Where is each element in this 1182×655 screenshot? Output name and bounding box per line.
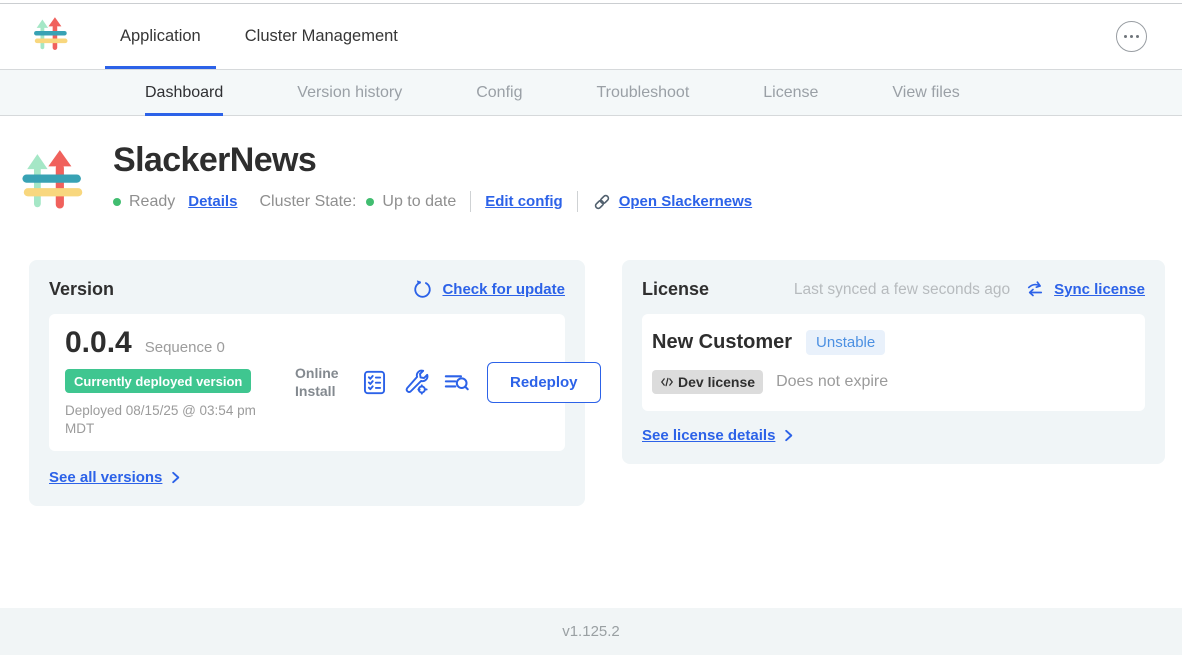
version-card-title: Version	[49, 279, 114, 300]
license-summary-panel: New Customer Unstable Dev license	[642, 314, 1145, 411]
console-footer: v1.125.2	[0, 608, 1182, 655]
config-tools-icon[interactable]	[402, 369, 429, 396]
preflight-checks-icon[interactable]	[361, 369, 388, 396]
subnav-config[interactable]: Config	[476, 70, 522, 115]
license-card-title: License	[642, 279, 709, 300]
license-card: License Last synced a few seconds ago Sy…	[622, 260, 1165, 464]
deployed-badge: Currently deployed version	[65, 369, 251, 393]
overflow-menu-button[interactable]	[1116, 21, 1147, 52]
ellipsis-icon	[1124, 35, 1128, 39]
see-all-versions-link[interactable]: See all versions	[49, 469, 183, 486]
deployed-timestamp: Deployed 08/15/25 @ 03:54 pm MDT	[65, 402, 275, 438]
chevron-right-icon	[168, 470, 183, 485]
edit-config-link[interactable]: Edit config	[485, 193, 563, 210]
app-status-row: Ready Details Cluster State: Up to date …	[113, 191, 752, 212]
customer-name: New Customer	[652, 331, 792, 354]
dashboard-main: SlackerNews Ready Details Cluster State:…	[0, 116, 1182, 608]
license-type-badge: Dev license	[652, 370, 763, 394]
top-navbar: Application Cluster Management	[0, 3, 1182, 69]
tab-cluster-management[interactable]: Cluster Management	[230, 4, 413, 69]
cluster-state-value: Up to date	[382, 193, 456, 211]
open-app-link[interactable]: Open Slackernews	[592, 192, 752, 212]
subnav-dashboard[interactable]: Dashboard	[145, 70, 223, 115]
sequence-label: Sequence 0	[145, 339, 225, 356]
cluster-state-dot-icon	[366, 198, 374, 206]
app-status-dot-icon	[113, 198, 121, 206]
subnav-view-files[interactable]: View files	[892, 70, 959, 115]
last-synced-label: Last synced a few seconds ago	[794, 281, 1010, 299]
tab-application[interactable]: Application	[105, 4, 216, 69]
refresh-icon	[412, 279, 433, 300]
view-logs-icon[interactable]	[443, 369, 470, 396]
details-link[interactable]: Details	[188, 193, 237, 210]
current-version-panel: 0.0.4 Sequence 0 Currently deployed vers…	[49, 314, 565, 451]
console-version: v1.125.2	[562, 623, 620, 640]
check-for-update-link[interactable]: Check for update	[442, 281, 565, 298]
sync-license-link[interactable]: Sync license	[1054, 281, 1145, 298]
install-type-label: Online Install	[295, 364, 347, 400]
version-card: Version Check for update 0.0.4 Sequ	[29, 260, 585, 506]
chevron-right-icon	[781, 428, 796, 443]
channel-badge: Unstable	[806, 330, 885, 355]
app-header: SlackerNews Ready Details Cluster State:…	[17, 139, 1182, 221]
app-subnav: Dashboard Version history Config Trouble…	[0, 69, 1182, 116]
redeploy-button[interactable]: Redeploy	[487, 362, 601, 403]
sync-icon	[1025, 280, 1045, 300]
subnav-troubleshoot[interactable]: Troubleshoot	[596, 70, 689, 115]
app-logo-icon	[31, 15, 69, 58]
code-icon	[660, 376, 674, 388]
license-expiry: Does not expire	[776, 373, 888, 391]
version-number: 0.0.4	[65, 326, 132, 360]
divider	[577, 191, 578, 212]
subnav-license[interactable]: License	[763, 70, 818, 115]
see-license-details-link[interactable]: See license details	[642, 427, 796, 444]
subnav-version-history[interactable]: Version history	[297, 70, 402, 115]
link-chain-icon	[592, 192, 612, 212]
cluster-state-label: Cluster State:	[259, 193, 356, 211]
slackernews-logo-icon	[17, 139, 85, 221]
page-title: SlackerNews	[113, 141, 752, 180]
app-status-label: Ready	[129, 193, 175, 211]
divider	[470, 191, 471, 212]
